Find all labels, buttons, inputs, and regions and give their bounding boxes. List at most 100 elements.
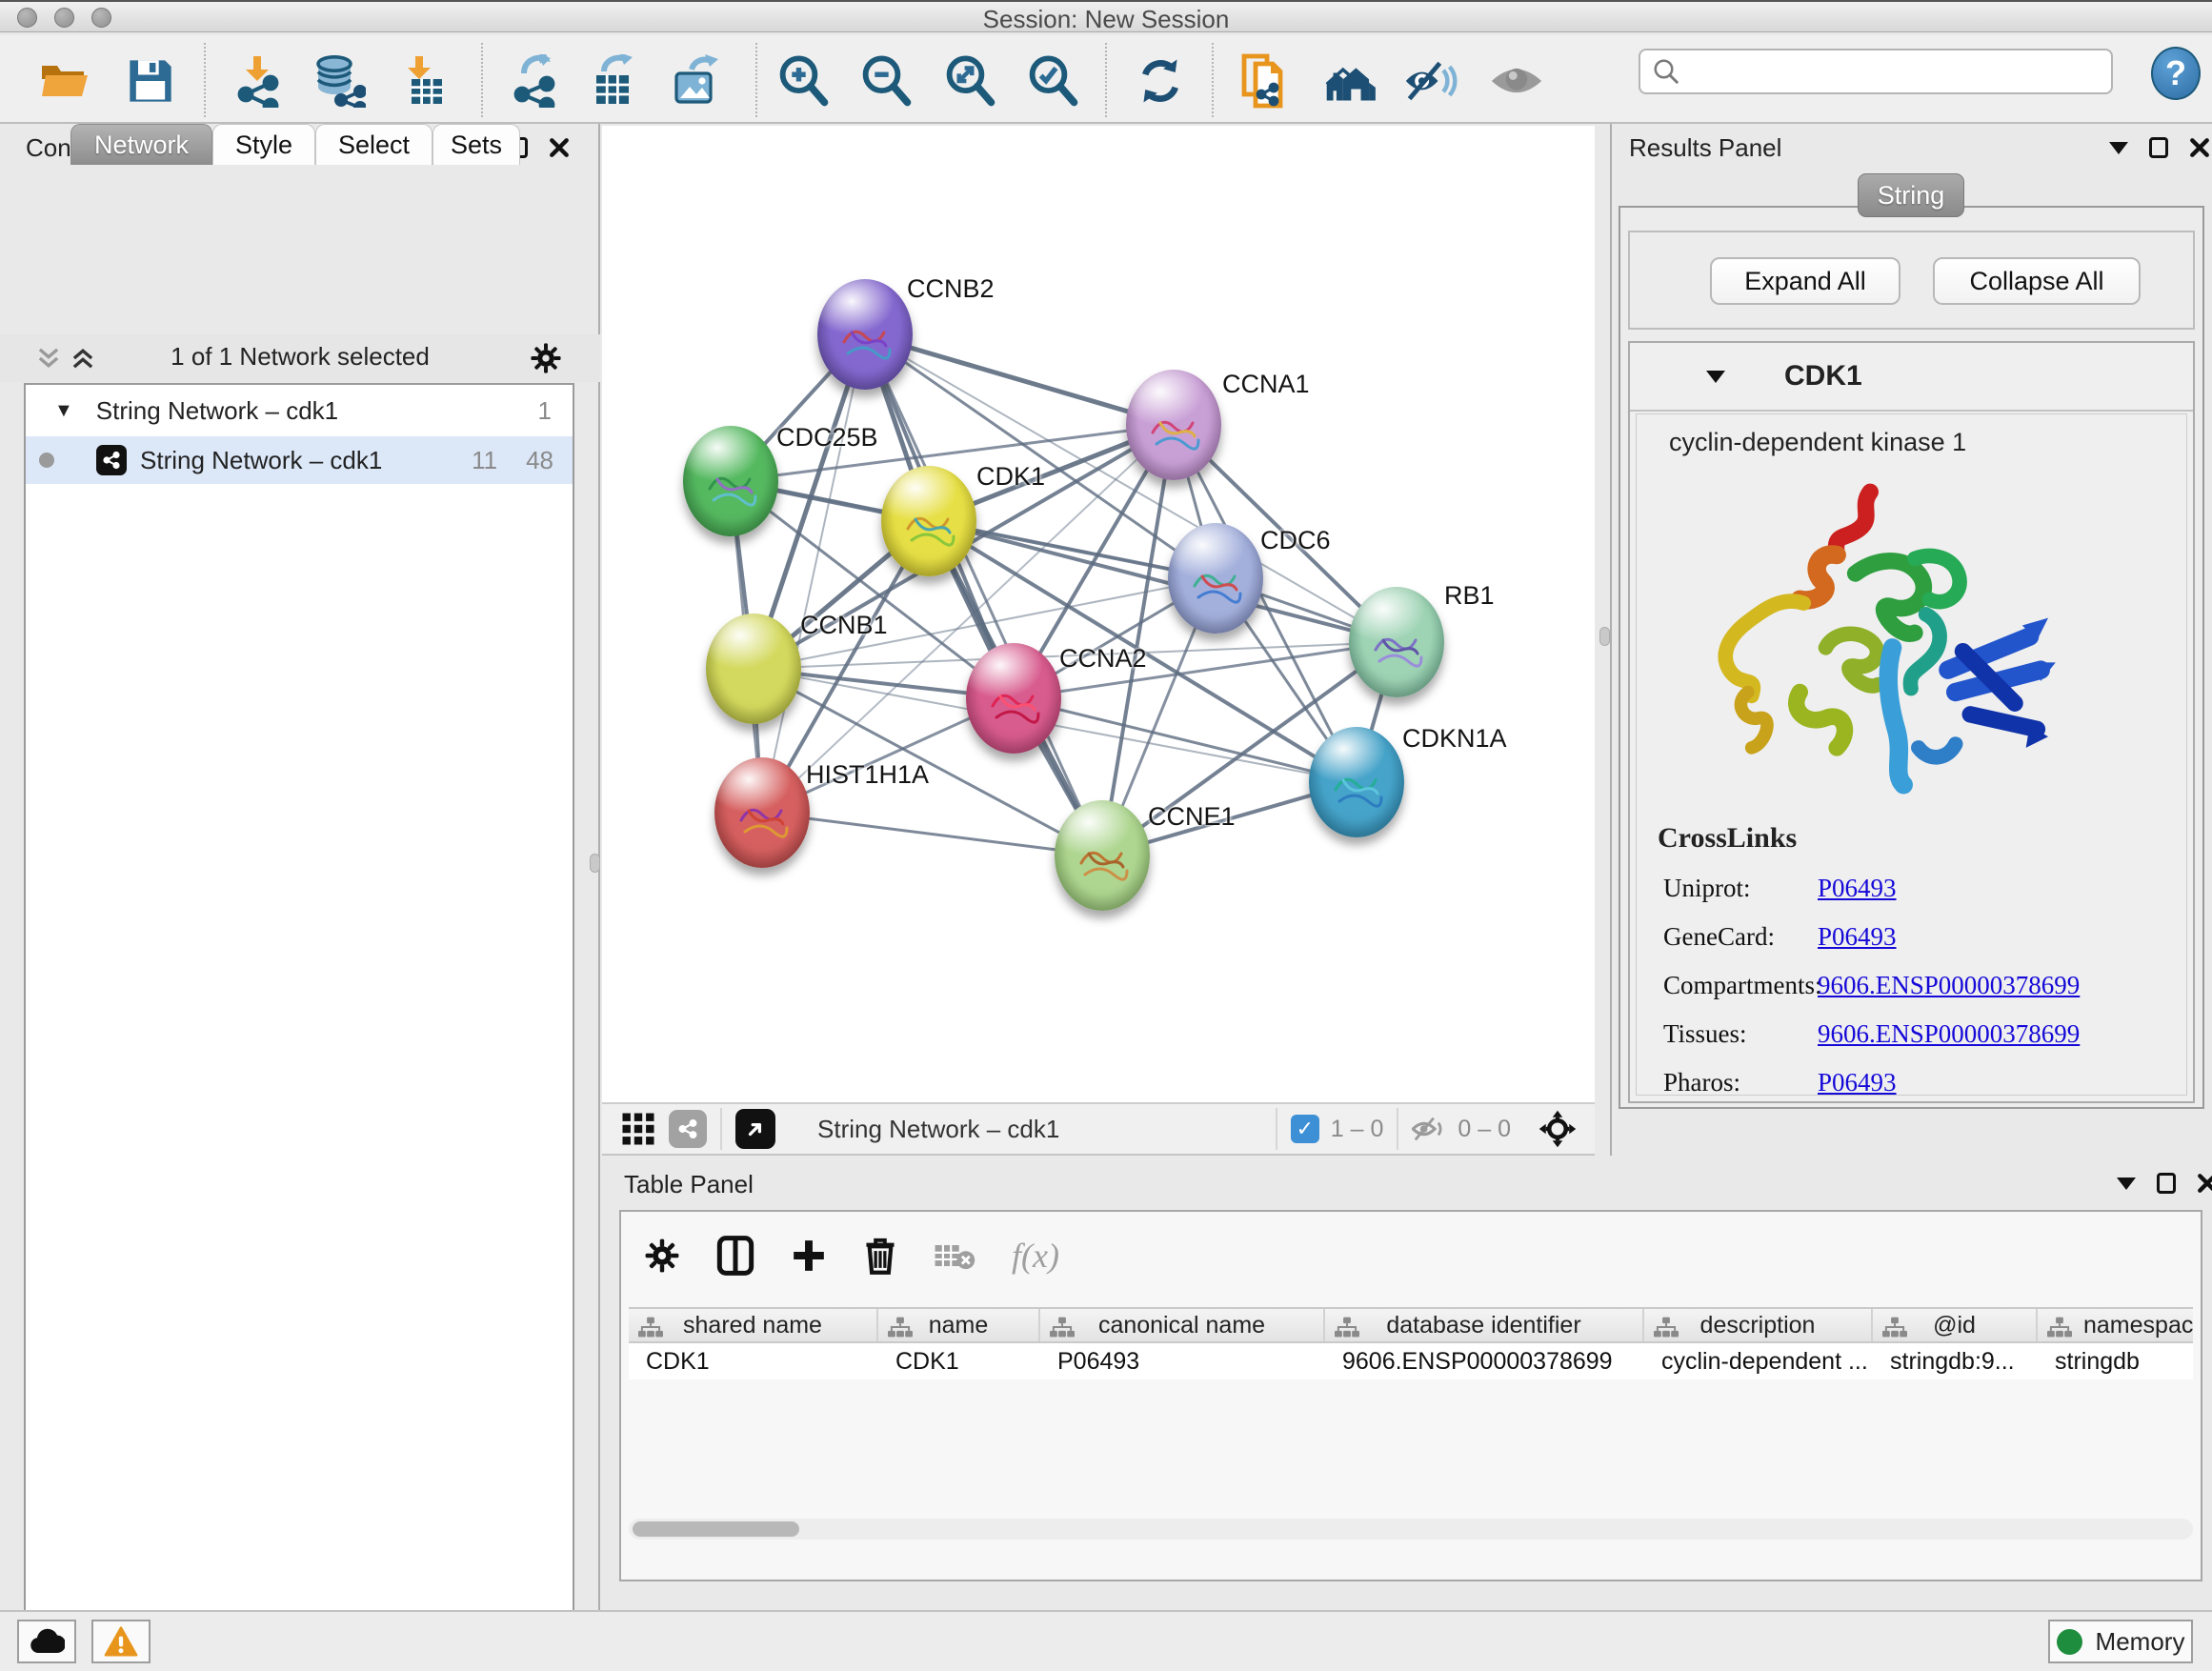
- tab-sets[interactable]: Sets: [432, 124, 520, 165]
- show-columns-icon[interactable]: [716, 1235, 754, 1277]
- collection-count: 1: [538, 396, 552, 426]
- scrollbar-thumb[interactable]: [633, 1521, 799, 1537]
- zoom-out-button[interactable]: [857, 52, 915, 110]
- import-network-file-button[interactable]: [229, 52, 286, 110]
- network-view-icon[interactable]: [669, 1110, 707, 1148]
- column-header[interactable]: description: [1644, 1309, 1873, 1341]
- zoom-selected-button[interactable]: [1024, 52, 1081, 110]
- table-cell[interactable]: cyclin-dependent ...: [1644, 1343, 1873, 1379]
- hidden-eye-icon: [1412, 1115, 1448, 1143]
- export-image-button[interactable]: [667, 52, 724, 110]
- panel-close-icon[interactable]: [2189, 137, 2210, 158]
- network-node-RB1[interactable]: [1349, 587, 1444, 697]
- houses-icon: [1325, 59, 1380, 103]
- bottom-status-bar: Memory: [0, 1610, 2212, 1671]
- table-cell[interactable]: CDK1: [878, 1343, 1040, 1379]
- tab-network[interactable]: Network: [70, 124, 212, 165]
- column-header[interactable]: shared name: [629, 1309, 878, 1341]
- network-node-CCNB1[interactable]: [706, 614, 801, 724]
- memory-label: Memory: [2096, 1627, 2185, 1657]
- table-cell[interactable]: stringdb:9...: [1873, 1343, 2038, 1379]
- import-table-file-button[interactable]: [394, 52, 452, 110]
- gear-icon[interactable]: [530, 342, 562, 374]
- network-node-CCNA2[interactable]: [966, 643, 1061, 754]
- home-button[interactable]: [1324, 52, 1381, 110]
- add-column-icon[interactable]: [791, 1238, 827, 1274]
- column-header[interactable]: @id: [1873, 1309, 2038, 1341]
- table-cell[interactable]: 9606.ENSP00000378699: [1325, 1343, 1644, 1379]
- section-collapse-icon[interactable]: [1706, 371, 1725, 383]
- export-network-button[interactable]: [507, 52, 564, 110]
- network-node-CCNA1[interactable]: [1126, 370, 1221, 480]
- column-header[interactable]: database identifier: [1325, 1309, 1644, 1341]
- save-session-button[interactable]: [122, 52, 179, 110]
- network-collection-row[interactable]: ▼ String Network – cdk1 1: [26, 385, 573, 436]
- open-session-button[interactable]: [36, 52, 93, 110]
- network-node-CDK1[interactable]: [881, 466, 976, 576]
- tab-style[interactable]: Style: [212, 124, 315, 165]
- panel-menu-icon[interactable]: [2109, 142, 2128, 154]
- detach-view-icon[interactable]: [735, 1109, 775, 1149]
- search-input[interactable]: [1680, 58, 2111, 86]
- panel-menu-icon[interactable]: [2117, 1178, 2136, 1190]
- table-row[interactable]: CDK1CDK1P064939606.ENSP00000378699cyclin…: [629, 1343, 2193, 1379]
- help-button[interactable]: ?: [2151, 47, 2201, 100]
- splitter-handle[interactable]: [590, 854, 600, 873]
- network-list: ▼ String Network – cdk1 1 String Network…: [24, 383, 574, 1671]
- memory-button[interactable]: Memory: [2048, 1620, 2193, 1663]
- tab-select[interactable]: Select: [315, 124, 432, 165]
- panel-float-icon[interactable]: [2149, 137, 2168, 158]
- birdseye-crosshair-icon[interactable]: [1538, 1109, 1578, 1149]
- crosslink-value[interactable]: P06493: [1818, 922, 1897, 952]
- panel-close-icon[interactable]: [2197, 1173, 2212, 1194]
- crosslink-value[interactable]: 9606.ENSP00000378699: [1818, 1019, 2080, 1049]
- export-table-button[interactable]: [583, 52, 640, 110]
- zoom-fit-button[interactable]: [941, 52, 998, 110]
- cloud-status-button[interactable]: [17, 1620, 76, 1663]
- warnings-button[interactable]: [91, 1620, 151, 1663]
- string-results-box: Expand All Collapse All CDK1 cyclin-depe…: [1619, 206, 2204, 1109]
- column-header[interactable]: namespace: [2038, 1309, 2193, 1341]
- collapse-all-button[interactable]: Collapse All: [1933, 257, 2141, 305]
- tab-string[interactable]: String: [1858, 173, 1964, 217]
- network-node-CDKN1A[interactable]: [1309, 727, 1404, 837]
- grid-view-icon[interactable]: [621, 1112, 655, 1146]
- protein-section-header[interactable]: CDK1: [1630, 343, 2193, 412]
- column-header[interactable]: canonical name: [1040, 1309, 1325, 1341]
- crosslink-value[interactable]: P06493: [1818, 1068, 1897, 1097]
- network-canvas[interactable]: CCNB2CCNA1CDC25BCDK1CDC6RB1CCNB1CCNA2CDK…: [602, 126, 1595, 1102]
- crosslink-label: Tissues:: [1637, 1019, 1818, 1049]
- search-field[interactable]: [1639, 49, 2113, 94]
- network-node-CCNB2[interactable]: [817, 279, 913, 390]
- horizontal-scrollbar[interactable]: [629, 1519, 2193, 1540]
- table-settings-gear-icon[interactable]: [644, 1238, 680, 1274]
- crosslink-value[interactable]: P06493: [1818, 874, 1897, 903]
- network-node-CDC6[interactable]: [1168, 523, 1263, 634]
- import-network-database-button[interactable]: [311, 52, 368, 110]
- node-label: CCNA1: [1222, 370, 1310, 399]
- splitter-handle[interactable]: [1599, 627, 1610, 646]
- table-cell[interactable]: CDK1: [629, 1343, 878, 1379]
- panel-float-icon[interactable]: [2157, 1173, 2176, 1194]
- show-all-button[interactable]: [1488, 52, 1545, 110]
- network-node-HIST1H1A[interactable]: [714, 757, 810, 868]
- panel-close-icon[interactable]: [549, 137, 570, 158]
- zoom-in-button[interactable]: [774, 52, 832, 110]
- selected-checkbox-icon[interactable]: ✓: [1291, 1115, 1319, 1143]
- table-cell[interactable]: P06493: [1040, 1343, 1325, 1379]
- results-panel-title: Results Panel: [1629, 133, 1781, 163]
- apply-layout-button[interactable]: [1132, 52, 1189, 110]
- crosslink-row: Pharos:P06493: [1637, 1058, 2186, 1107]
- collection-expand-icon[interactable]: ▼: [54, 400, 73, 422]
- table-cell[interactable]: stringdb: [2038, 1343, 2193, 1379]
- string-network-icon: [96, 445, 127, 475]
- delete-column-icon[interactable]: [863, 1236, 897, 1276]
- duplicate-network-button[interactable]: [1238, 52, 1296, 110]
- column-header[interactable]: name: [878, 1309, 1040, 1341]
- network-node-CCNE1[interactable]: [1055, 800, 1150, 911]
- crosslink-value[interactable]: 9606.ENSP00000378699: [1818, 971, 2080, 1000]
- hide-selected-button[interactable]: [1402, 52, 1459, 110]
- expand-all-button[interactable]: Expand All: [1710, 257, 1900, 305]
- network-row-selected[interactable]: String Network – cdk1 11 48: [26, 436, 573, 484]
- network-node-CDC25B[interactable]: [683, 426, 778, 536]
